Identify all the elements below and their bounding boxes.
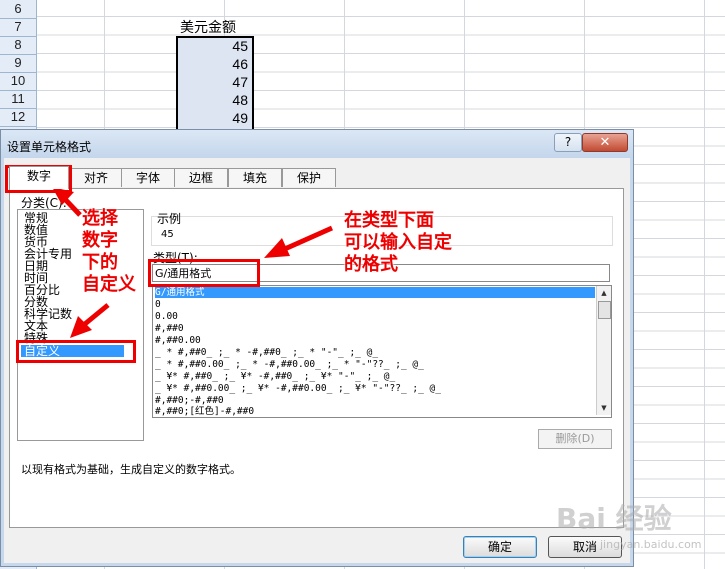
- annotation-left: 选择 数字 下的 自定义: [82, 208, 136, 295]
- baidu-watermark-url: jingyan.baidu.com: [600, 538, 702, 551]
- arrow-head-icon: [264, 238, 290, 258]
- baidu-watermark: Bai 经验: [556, 502, 672, 535]
- annotation-right: 在类型下面 可以输入自定 的格式: [344, 210, 452, 275]
- tab-number[interactable]: 数字: [9, 166, 69, 189]
